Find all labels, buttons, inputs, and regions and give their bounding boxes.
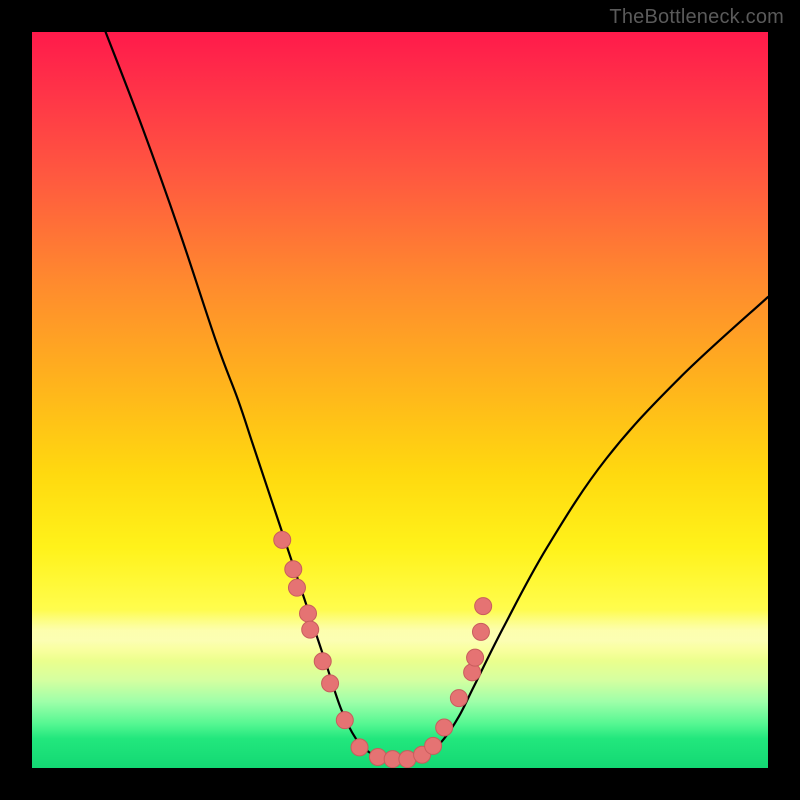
marker-group	[274, 531, 492, 767]
watermark-text: TheBottleneck.com	[609, 6, 784, 29]
marker-point	[475, 598, 492, 615]
marker-point	[384, 751, 401, 768]
marker-point	[414, 746, 431, 763]
chart-svg	[32, 32, 768, 768]
marker-point	[467, 649, 484, 666]
marker-point	[369, 748, 386, 765]
marker-point	[399, 751, 416, 768]
marker-point	[351, 739, 368, 756]
chart-frame: TheBottleneck.com	[0, 0, 800, 800]
marker-point	[274, 531, 291, 548]
plot-area	[32, 32, 768, 768]
marker-point	[450, 690, 467, 707]
curve-path	[106, 32, 768, 761]
highlight-band	[32, 610, 768, 662]
marker-point	[336, 712, 353, 729]
marker-point	[302, 621, 319, 638]
marker-point	[436, 719, 453, 736]
marker-point	[300, 605, 317, 622]
marker-point	[472, 623, 489, 640]
marker-point	[285, 561, 302, 578]
marker-point	[314, 653, 331, 670]
marker-point	[464, 664, 481, 681]
marker-point	[322, 675, 339, 692]
marker-point	[425, 737, 442, 754]
marker-point	[288, 579, 305, 596]
